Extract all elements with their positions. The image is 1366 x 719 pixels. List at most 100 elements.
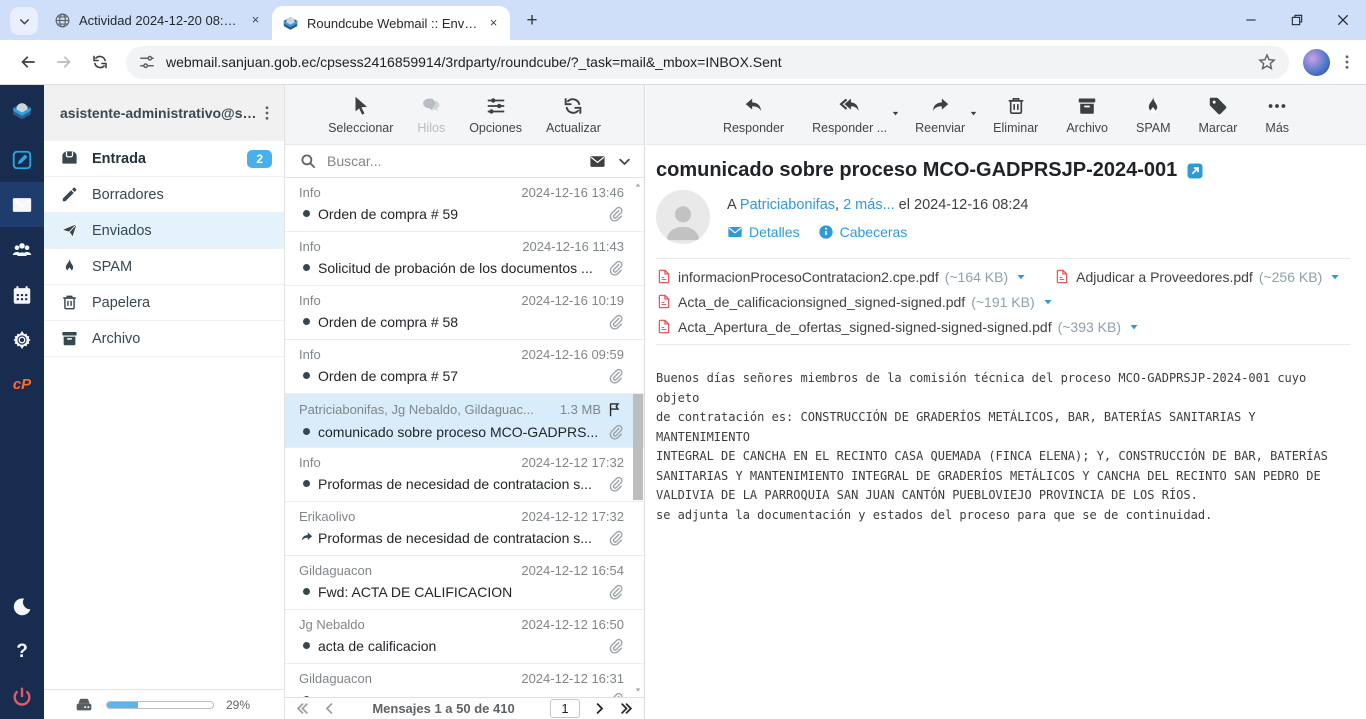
- forwarded-icon[interactable]: [299, 530, 314, 545]
- unread-dot-icon[interactable]: [299, 638, 314, 653]
- mail-replyall-button[interactable]: Responder ...: [805, 95, 894, 135]
- unread-dot-icon[interactable]: [299, 368, 314, 383]
- message-row[interactable]: Info2024-12-16 11:43Solicitud de probaci…: [285, 232, 644, 286]
- mail-forward-button[interactable]: Reenviar: [908, 95, 972, 135]
- attachment-item[interactable]: informacionProcesoContratacion2.cpe.pdf(…: [656, 268, 1028, 285]
- mail-more-button[interactable]: Más: [1258, 95, 1296, 135]
- attachment-item[interactable]: Acta_Apertura_de_ofertas_signed-signed-s…: [656, 318, 1141, 335]
- mail-action-cabeceras[interactable]: Cabeceras: [818, 224, 908, 240]
- sidebar-item-enviados[interactable]: Enviados: [44, 213, 284, 249]
- search-options-chevron-icon[interactable]: [617, 154, 632, 169]
- message-row[interactable]: Info2024-12-16 10:19Orden de compra # 58: [285, 286, 644, 340]
- last-page-icon[interactable]: [619, 701, 634, 716]
- scroll-down-icon[interactable]: [634, 686, 642, 694]
- tab-search-button[interactable]: [10, 7, 38, 35]
- unread-dot-icon[interactable]: [299, 476, 314, 491]
- message-row[interactable]: Info2024-12-12 17:32Proformas de necesid…: [285, 448, 644, 502]
- message-row[interactable]: Erikaolivo2024-12-12 17:32Proformas de n…: [285, 502, 644, 556]
- unread-dot-icon[interactable]: [299, 692, 314, 697]
- new-tab-button[interactable]: +: [518, 7, 546, 35]
- message-row[interactable]: Patriciabonifas, Jg Nebaldo, Gildaguac..…: [285, 394, 644, 448]
- list-options-button[interactable]: Opciones: [462, 95, 529, 135]
- message-row[interactable]: Gildaguacon2024-12-12 16:31: [285, 664, 644, 697]
- sidebar-item-archivo[interactable]: Archivo: [44, 321, 284, 357]
- logout-button[interactable]: [0, 674, 44, 719]
- prev-page-icon[interactable]: [322, 701, 337, 716]
- attachment-menu-caret-icon: [1127, 320, 1141, 334]
- server-icon: [74, 695, 94, 715]
- mail-reply-button[interactable]: Responder: [716, 95, 791, 135]
- dark-mode-button[interactable]: [0, 584, 44, 629]
- message-row[interactable]: Info2024-12-16 13:46Orden de compra # 59: [285, 178, 644, 232]
- tab-close-icon[interactable]: ×: [247, 12, 264, 29]
- sidebar-item-spam[interactable]: SPAM: [44, 249, 284, 285]
- compose-button[interactable]: [0, 137, 44, 182]
- tab-actividad[interactable]: Actividad 2024-12-20 08:00:00 ×: [44, 0, 272, 40]
- mail-archive-button[interactable]: Archivo: [1059, 95, 1115, 135]
- browser-menu-icon[interactable]: [1338, 53, 1356, 71]
- window-minimize-button[interactable]: [1228, 0, 1274, 40]
- open-in-new-window-icon[interactable]: [1186, 162, 1204, 180]
- message-row[interactable]: Jg Nebaldo2024-12-12 16:50acta de califi…: [285, 610, 644, 664]
- settings-nav-button[interactable]: [0, 317, 44, 362]
- search-bar[interactable]: Buscar...: [285, 145, 644, 178]
- mail-tag-button[interactable]: Marcar: [1192, 95, 1245, 135]
- scrollbar-thumb[interactable]: [633, 394, 643, 500]
- attachment-name[interactable]: Acta_Apertura_de_ofertas_signed-signed-s…: [678, 319, 1052, 335]
- window-restore-button[interactable]: [1274, 0, 1320, 40]
- list-refresh-button[interactable]: Actualizar: [539, 95, 608, 135]
- message-row[interactable]: Gildaguacon2024-12-12 16:54Fwd: ACTA DE …: [285, 556, 644, 610]
- account-menu-icon[interactable]: [258, 104, 276, 122]
- sidebar-item-borradores[interactable]: Borradores: [44, 177, 284, 213]
- toolbar-button-label: Actualizar: [546, 121, 601, 135]
- forward-button[interactable]: [48, 46, 80, 78]
- list-scrollbar[interactable]: [632, 178, 644, 697]
- scroll-up-icon[interactable]: [634, 181, 642, 189]
- search-input[interactable]: Buscar...: [327, 153, 578, 169]
- unread-dot-icon[interactable]: [299, 260, 314, 275]
- first-page-icon[interactable]: [295, 701, 310, 716]
- message-row[interactable]: Info2024-12-16 09:59Orden de compra # 57: [285, 340, 644, 394]
- mail-trash-button[interactable]: Eliminar: [986, 95, 1045, 135]
- list-threads-button[interactable]: Hilos: [410, 95, 452, 135]
- address-bar[interactable]: webmail.sanjuan.gob.ec/cpsess2416859914/…: [126, 46, 1289, 79]
- window-close-button[interactable]: [1320, 0, 1366, 40]
- mail-action-detalles[interactable]: Detalles: [727, 224, 800, 240]
- attachment-name[interactable]: informacionProcesoContratacion2.cpe.pdf: [678, 269, 939, 285]
- mail-nav-button[interactable]: [0, 182, 44, 227]
- attachment-name[interactable]: Acta_de_calificacionsigned_signed-signed…: [678, 294, 965, 310]
- unread-dot-icon[interactable]: [299, 584, 314, 599]
- message-row-header: Erikaolivo2024-12-12 17:32: [299, 509, 624, 524]
- calendar-nav-button[interactable]: [0, 272, 44, 317]
- sidebar-item-entrada[interactable]: Entrada2: [44, 141, 284, 177]
- site-info-icon[interactable]: [138, 53, 156, 71]
- tab-close-icon[interactable]: ×: [485, 15, 502, 32]
- attachment-name[interactable]: Adjudicar a Proveedores.pdf: [1076, 269, 1253, 285]
- unread-dot-icon[interactable]: [299, 314, 314, 329]
- sidebar-item-papelera[interactable]: Papelera: [44, 285, 284, 321]
- unread-dot-icon[interactable]: [299, 424, 314, 439]
- message-row-subject-line: acta de calificacion: [299, 637, 624, 654]
- unread-dot-icon[interactable]: [299, 206, 314, 221]
- cpanel-button[interactable]: cP: [0, 362, 44, 407]
- message-row-subject-line: Orden de compra # 58: [299, 313, 624, 330]
- profile-avatar[interactable]: [1303, 49, 1330, 76]
- bookmark-star-icon[interactable]: [1257, 52, 1277, 72]
- attachment-item[interactable]: Adjudicar a Proveedores.pdf(~256 KB): [1054, 268, 1342, 285]
- recipient-link[interactable]: Patriciabonifas: [740, 197, 835, 213]
- tab-roundcube[interactable]: Roundcube Webmail :: Enviados ×: [272, 6, 510, 40]
- reply-icon: [743, 95, 765, 117]
- recipient-link[interactable]: 2 más...: [843, 197, 895, 213]
- next-page-icon[interactable]: [592, 701, 607, 716]
- back-button[interactable]: [12, 46, 44, 78]
- help-button[interactable]: ?: [0, 629, 44, 674]
- mail-flame-button[interactable]: SPAM: [1129, 95, 1178, 135]
- list-pointer-button[interactable]: Seleccionar: [321, 95, 400, 135]
- reload-button[interactable]: [84, 46, 116, 78]
- attachments-section: informacionProcesoContratacion2.cpe.pdf(…: [656, 258, 1350, 345]
- contacts-nav-button[interactable]: [0, 227, 44, 272]
- attachment-item[interactable]: Acta_de_calificacionsigned_signed-signed…: [656, 293, 1055, 310]
- search-scope-mail-icon[interactable]: [588, 153, 607, 170]
- attachment-menu-caret-icon: [1328, 270, 1342, 284]
- page-number-input[interactable]: [550, 699, 580, 718]
